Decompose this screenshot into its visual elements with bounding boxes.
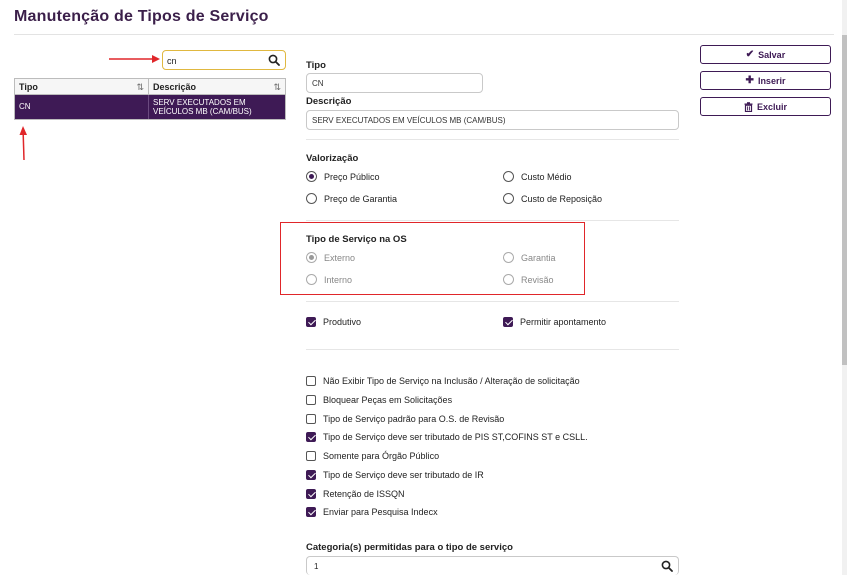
checkbox-padrao-revisao[interactable]: Tipo de Serviço padrão para O.S. de Revi… (306, 414, 504, 424)
insert-button[interactable]: ✚ Inserir (700, 71, 831, 90)
categoria-input[interactable]: 1 (306, 556, 679, 575)
radio-custo-medio[interactable]: Custo Médio (503, 171, 572, 182)
annotation-arrow-up-icon (19, 126, 27, 160)
radio-revisao: Revisão (503, 274, 554, 285)
checkbox-box[interactable] (306, 414, 316, 424)
tipo-label: Tipo (306, 60, 326, 71)
radio-externo: Externo (306, 252, 355, 263)
categoria-value: 1 (314, 562, 319, 571)
delete-button[interactable]: Excluir (700, 97, 831, 116)
sort-icon[interactable]: ⇅ (136, 82, 144, 93)
checkbox-pesquisa-indecx[interactable]: Enviar para Pesquisa Indecx (306, 507, 438, 517)
section-divider (306, 139, 679, 140)
search-box[interactable] (162, 50, 286, 70)
save-button[interactable]: ✔ Salvar (700, 45, 831, 64)
search-input[interactable] (167, 54, 263, 67)
checkbox-produtivo[interactable]: Produtivo (306, 317, 361, 327)
radio-preco-publico[interactable]: Preço Público (306, 171, 380, 182)
categoria-label: Categoria(s) permitidas para o tipo de s… (306, 542, 513, 553)
cell-descricao: SERV EXECUTADOS EM VEÍCULOS MB (CAM/BUS) (153, 98, 252, 116)
page-scrollbar[interactable] (842, 0, 847, 575)
annotation-arrow-right-icon (109, 55, 160, 63)
table-row[interactable]: CN SERV EXECUTADOS EM VEÍCULOS MB (CAM/B… (15, 95, 285, 119)
title-divider (14, 34, 834, 35)
checkbox-nao-exibir[interactable]: Não Exibir Tipo de Serviço na Inclusão /… (306, 376, 580, 386)
checkbox-box[interactable] (306, 470, 316, 480)
checkbox-box[interactable] (306, 451, 316, 461)
radio-interno: Interno (306, 274, 352, 285)
search-icon[interactable] (268, 54, 280, 66)
checkbox-box[interactable] (306, 395, 316, 405)
radio-circle (306, 274, 317, 285)
checkbox-permitir-apontamento[interactable]: Permitir apontamento (503, 317, 606, 327)
radio-circle (503, 274, 514, 285)
checkbox-box[interactable] (306, 317, 316, 327)
checkbox-box[interactable] (306, 489, 316, 499)
checkbox-box[interactable] (306, 376, 316, 386)
radio-circle (503, 252, 514, 263)
section-divider (306, 301, 679, 302)
descricao-input[interactable]: SERV EXECUTADOS EM VEÍCULOS MB (CAM/BUS) (306, 110, 679, 130)
sort-icon[interactable]: ⇅ (273, 82, 281, 93)
checkbox-tributado-ir[interactable]: Tipo de Serviço deve ser tributado de IR (306, 470, 484, 480)
page-title: Manutenção de Tipos de Serviço (14, 8, 269, 25)
section-divider (306, 220, 679, 221)
cell-tipo: CN (15, 95, 149, 119)
section-divider (306, 349, 679, 350)
trash-icon (744, 101, 753, 112)
checkbox-pis-cofins-csll[interactable]: Tipo de Serviço deve ser tributado de PI… (306, 432, 588, 442)
tipo-os-label: Tipo de Serviço na OS (306, 234, 407, 245)
descricao-label: Descrição (306, 96, 352, 107)
checkbox-orgao-publico[interactable]: Somente para Órgão Público (306, 451, 439, 461)
check-icon: ✔ (745, 49, 755, 60)
radio-circle (306, 252, 317, 263)
radio-circle[interactable] (503, 171, 514, 182)
tipo-input[interactable]: CN (306, 73, 483, 93)
valorizacao-label: Valorização (306, 153, 359, 164)
radio-garantia: Garantia (503, 252, 556, 263)
checkbox-bloquear-pecas[interactable]: Bloquear Peças em Solicitações (306, 395, 452, 405)
checkbox-box[interactable] (503, 317, 513, 327)
checkbox-box[interactable] (306, 507, 316, 517)
search-icon[interactable] (661, 560, 673, 572)
scrollbar-thumb[interactable] (842, 35, 847, 365)
grid-header: Tipo ⇅ Descrição ⇅ (15, 79, 285, 95)
column-header-tipo[interactable]: Tipo ⇅ (15, 79, 149, 94)
radio-custo-reposicao[interactable]: Custo de Reposição (503, 193, 602, 204)
radio-circle[interactable] (503, 193, 514, 204)
plus-icon: ✚ (745, 75, 754, 86)
results-grid: Tipo ⇅ Descrição ⇅ CN SERV EXECUTADOS EM… (14, 78, 286, 120)
radio-circle[interactable] (306, 171, 317, 182)
radio-preco-garantia[interactable]: Preço de Garantia (306, 193, 397, 204)
radio-circle[interactable] (306, 193, 317, 204)
column-header-descricao[interactable]: Descrição ⇅ (149, 79, 285, 94)
checkbox-retencao-issqn[interactable]: Retenção de ISSQN (306, 489, 405, 499)
checkbox-box[interactable] (306, 432, 316, 442)
